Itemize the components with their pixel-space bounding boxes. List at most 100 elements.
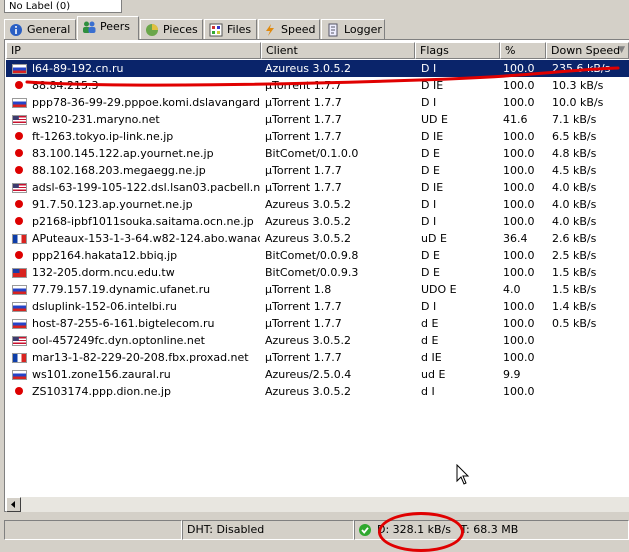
cell-down-speed: 2.6 kB/s: [552, 232, 597, 245]
cell-percent: 100.0: [503, 385, 535, 398]
cell-down-speed: 4.0 kB/s: [552, 198, 597, 211]
cell-down-speed: 4.5 kB/s: [552, 164, 597, 177]
tab-files-label: Files: [227, 23, 252, 36]
cell-flags: d E: [421, 334, 439, 347]
country-flag-ru-icon: [12, 64, 27, 74]
table-row[interactable]: ool-457249fc.dyn.optonline.net Azureus 3.…: [6, 332, 629, 349]
table-row[interactable]: ws101.zone156.zaural.ru Azureus/2.5.0.4 ud…: [6, 366, 629, 383]
cell-down-speed: [552, 332, 628, 349]
table-row[interactable]: mar13-1-82-229-20-208.fbx.proxad.net µTor…: [6, 349, 629, 366]
country-flag-tw-icon: [12, 268, 27, 278]
cell-flags: D I: [421, 198, 437, 211]
total-transferred: T: 68.3 MB: [460, 523, 519, 536]
cell-flags: D I: [421, 62, 437, 75]
cell-client: BitComet/0.0.9.3: [265, 266, 359, 279]
cell-down-speed: 7.1 kB/s: [552, 113, 597, 126]
cell-percent: 100.0: [503, 351, 535, 364]
country-flag-ru-icon: [12, 285, 27, 295]
country-flag-fr-icon: [12, 234, 27, 244]
table-row[interactable]: 88.102.168.203.megaegg.ne.jp µTorrent 1.7…: [6, 162, 629, 179]
column-header-ip[interactable]: IP: [6, 42, 261, 59]
table-row[interactable]: adsl-63-199-105-122.dsl.lsan03.pacbell.n…: [6, 179, 629, 196]
table-row[interactable]: 88.84.215.3 µTorrent 1.7.7 D IE 100.0 10.3 k…: [6, 77, 629, 94]
column-header-flags[interactable]: Flags: [415, 42, 500, 59]
table-row[interactable]: dsluplink-152-06.intelbi.ru µTorrent 1.7.…: [6, 298, 629, 315]
table-row[interactable]: p2168-ipbf1011souka.saitama.ocn.ne.jp Azu…: [6, 213, 629, 230]
country-flag-jp-icon: [15, 217, 23, 225]
cell-down-speed: [552, 366, 628, 383]
cell-percent: 100.0: [503, 266, 535, 279]
logger-icon: [328, 23, 338, 37]
cell-flags: D I: [421, 300, 437, 313]
cell-flags: D IE: [421, 130, 444, 143]
cell-percent: 100.0: [503, 96, 535, 109]
cell-percent: 100.0: [503, 215, 535, 228]
cell-client: µTorrent 1.7.7: [265, 164, 342, 177]
table-row[interactable]: ws210-231.maryno.net µTorrent 1.7.7 UD E 41…: [6, 111, 629, 128]
cell-client: µTorrent 1.7.7: [265, 351, 342, 364]
country-flag-us-icon: [12, 115, 27, 125]
cell-ip: dsluplink-152-06.intelbi.ru: [32, 300, 177, 313]
table-row[interactable]: APuteaux-153-1-3-64.w82-124.abo.wanad...…: [6, 230, 629, 247]
tab-speed[interactable]: Speed: [258, 19, 320, 39]
cell-down-speed: 10.0 kB/s: [552, 96, 604, 109]
download-rate: D: 328.1 kB/s: [377, 523, 452, 536]
cell-percent: 100.0: [503, 249, 535, 262]
table-row[interactable]: l64-89-192.cn.ru Azureus 3.0.5.2 D I 100.0 2…: [6, 60, 629, 77]
cell-ip: p2168-ipbf1011souka.saitama.ocn.ne.jp: [32, 215, 254, 228]
tab-logger[interactable]: Logger: [321, 19, 385, 39]
cell-percent: 36.4: [503, 232, 528, 245]
cell-client: µTorrent 1.7.7: [265, 79, 342, 92]
table-row[interactable]: 77.79.157.19.dynamic.ufanet.ru µTorrent 1…: [6, 281, 629, 298]
table-row[interactable]: ppp78-36-99-29.pppoe.komi.dslavangard.ru…: [6, 94, 629, 111]
cell-down-speed: 1.5 kB/s: [552, 266, 597, 279]
cell-flags: uD E: [421, 232, 447, 245]
cell-ip: mar13-1-82-229-20-208.fbx.proxad.net: [32, 351, 249, 364]
cell-flags: D I: [421, 215, 437, 228]
table-row[interactable]: host-87-255-6-161.bigtelecom.ru µTorrent …: [6, 315, 629, 332]
cell-client: Azureus 3.0.5.2: [265, 62, 352, 75]
cell-ip: host-87-255-6-161.bigtelecom.ru: [32, 317, 215, 330]
cell-flags: D E: [421, 164, 440, 177]
table-row[interactable]: 83.100.145.122.ap.yournet.ne.jp BitComet/…: [6, 145, 629, 162]
cell-client: µTorrent 1.7.7: [265, 181, 342, 194]
cell-flags: D E: [421, 147, 440, 160]
cell-percent: 4.0: [503, 283, 521, 296]
column-header-down-speed[interactable]: Down Speed ▼: [546, 42, 629, 59]
label-dropdown[interactable]: No Label (0): [4, 0, 122, 13]
cell-ip: APuteaux-153-1-3-64.w82-124.abo.wanad...: [32, 232, 260, 245]
column-header-percent[interactable]: %: [500, 42, 546, 59]
cell-ip: 91.7.50.123.ap.yournet.ne.jp: [32, 198, 193, 211]
country-flag-ru-icon: [12, 98, 27, 108]
column-header-client[interactable]: Client: [261, 42, 415, 59]
tab-peers[interactable]: Peers: [77, 16, 139, 40]
cell-ip: ppp2164.hakata12.bbiq.jp: [32, 249, 178, 262]
horizontal-scrollbar[interactable]: [6, 497, 629, 512]
cell-ip: ool-457249fc.dyn.optonline.net: [32, 334, 205, 347]
tab-files[interactable]: Files: [204, 19, 257, 39]
cell-percent: 100.0: [503, 130, 535, 143]
table-row[interactable]: 91.7.50.123.ap.yournet.ne.jp Azureus 3.0.…: [6, 196, 629, 213]
tab-general[interactable]: General: [4, 19, 76, 39]
table-row[interactable]: 132-205.dorm.ncu.edu.tw BitComet/0.0.9.3 D…: [6, 264, 629, 281]
country-flag-jp-icon: [15, 387, 23, 395]
cell-client: Azureus 3.0.5.2: [265, 232, 352, 245]
cell-client: Azureus 3.0.5.2: [265, 215, 352, 228]
cell-down-speed: 4.0 kB/s: [552, 181, 597, 194]
cell-flags: UDO E: [421, 283, 457, 296]
cell-flags: D IE: [421, 181, 444, 194]
table-row[interactable]: ppp2164.hakata12.bbiq.jp BitComet/0.0.9.8…: [6, 247, 629, 264]
cell-client: BitComet/0.1.0.0: [265, 147, 359, 160]
cell-client: Azureus/2.5.0.4: [265, 368, 352, 381]
table-row[interactable]: ZS103174.ppp.dion.ne.jp Azureus 3.0.5.2 d …: [6, 383, 629, 400]
tab-pieces-label: Pieces: [163, 23, 198, 36]
cell-percent: 100.0: [503, 198, 535, 211]
mouse-cursor-icon: [456, 464, 470, 485]
table-row[interactable]: ft-1263.tokyo.ip-link.ne.jp µTorrent 1.7.…: [6, 128, 629, 145]
tab-pieces[interactable]: Pieces: [140, 19, 203, 39]
status-ok-icon: [359, 524, 371, 536]
table-header: IP Client Flags % Down Speed ▼: [6, 42, 629, 59]
scroll-left-button[interactable]: [6, 497, 21, 512]
country-flag-jp-icon: [15, 81, 23, 89]
cell-client: Azureus 3.0.5.2: [265, 334, 352, 347]
